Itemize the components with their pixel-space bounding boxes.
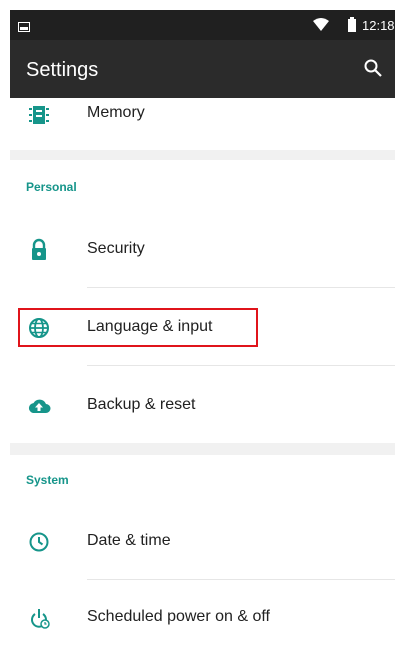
settings-item-label: Scheduled power on & off bbox=[87, 608, 270, 625]
settings-item-backup-reset[interactable]: Backup & reset bbox=[10, 368, 395, 444]
settings-item-security[interactable]: Security bbox=[10, 212, 395, 288]
section-header-system: System bbox=[26, 473, 69, 487]
section-header-personal: Personal bbox=[26, 180, 77, 194]
settings-item-label: Memory bbox=[87, 104, 145, 121]
section-divider bbox=[10, 443, 395, 455]
settings-item-label: Backup & reset bbox=[87, 396, 196, 413]
settings-item-label: Security bbox=[87, 240, 145, 257]
lock-icon bbox=[27, 238, 51, 262]
clock-icon bbox=[27, 530, 51, 554]
status-bar: 12:18 bbox=[10, 10, 395, 40]
battery-icon bbox=[348, 17, 356, 37]
settings-item-scheduled-power[interactable]: Scheduled power on & off bbox=[10, 580, 395, 656]
cloud-upload-icon bbox=[27, 394, 51, 418]
section-divider bbox=[10, 150, 395, 160]
settings-item-memory[interactable]: Memory bbox=[10, 76, 395, 152]
power-schedule-icon bbox=[27, 606, 51, 630]
memory-icon bbox=[27, 103, 51, 127]
wifi-icon bbox=[313, 18, 329, 36]
status-time: 12:18 bbox=[362, 18, 395, 33]
highlight-box bbox=[18, 308, 258, 347]
notification-icon bbox=[18, 19, 30, 37]
settings-item-label: Date & time bbox=[87, 532, 171, 549]
settings-item-date-time[interactable]: Date & time bbox=[10, 504, 395, 580]
